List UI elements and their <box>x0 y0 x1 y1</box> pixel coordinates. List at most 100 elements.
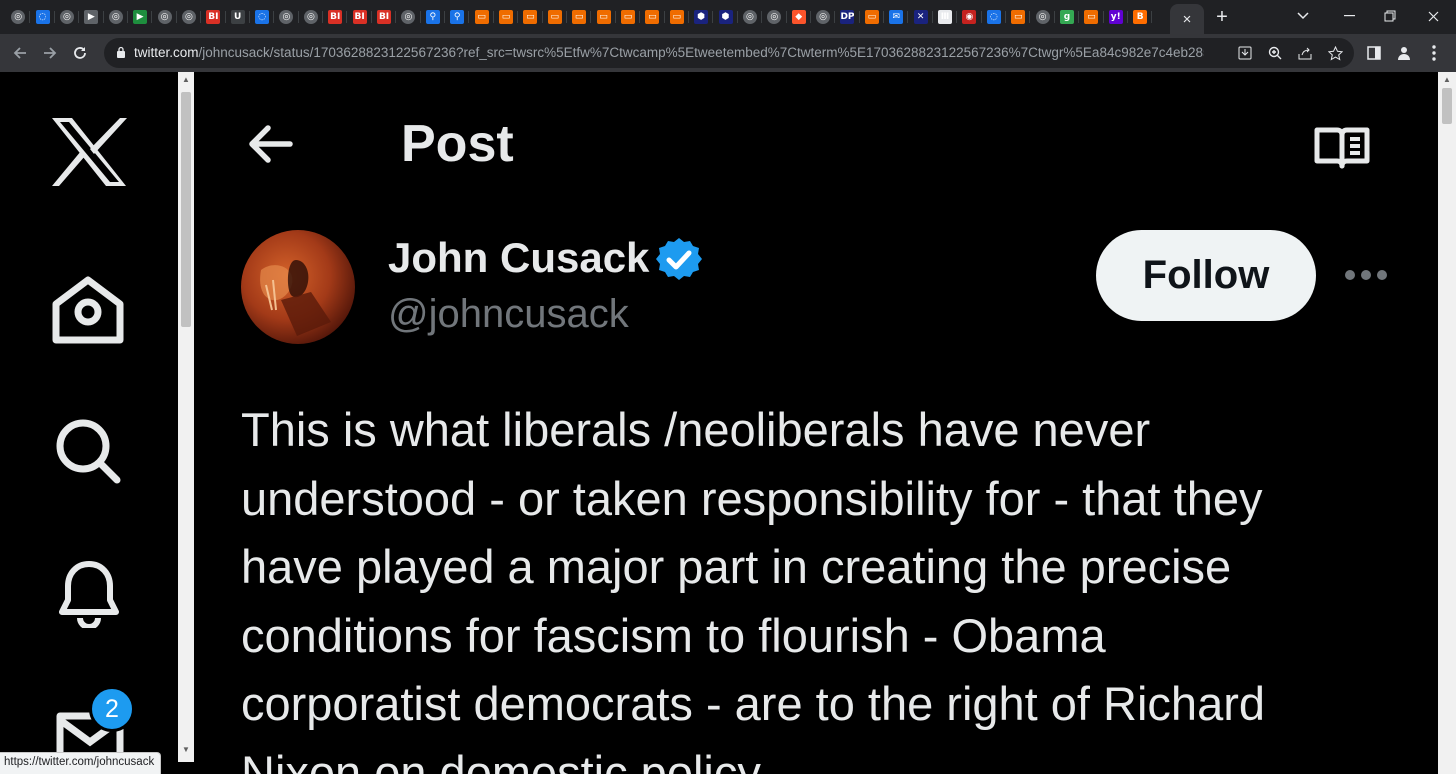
browser-tab[interactable]: ◎ <box>811 5 836 29</box>
back-nav-icon[interactable] <box>8 41 32 65</box>
forward-nav-icon[interactable] <box>38 41 62 65</box>
browser-tab[interactable]: ✉ <box>884 5 909 29</box>
scrollbar-thumb[interactable] <box>181 92 191 327</box>
close-tab-icon[interactable]: × <box>1183 11 1192 28</box>
new-tab-button[interactable]: + <box>1210 5 1234 29</box>
globe-icon: ◎ <box>767 10 782 24</box>
browser-tab[interactable]: B <box>1128 5 1153 29</box>
lock-icon[interactable] <box>116 46 126 58</box>
side-panel-icon[interactable] <box>1362 41 1386 65</box>
more-options-icon[interactable] <box>1344 268 1388 282</box>
browser-tab[interactable]: ◎ <box>6 5 31 29</box>
browser-tab[interactable]: ⚲ <box>421 5 446 29</box>
browser-tab[interactable]: ▭ <box>494 5 519 29</box>
verified-badge-icon[interactable] <box>655 236 703 284</box>
globe-icon: ◎ <box>742 10 757 24</box>
shield-icon: ◌ <box>255 10 270 24</box>
browser-tab[interactable]: ◌ <box>30 5 56 29</box>
back-arrow-icon[interactable] <box>246 124 294 164</box>
browser-tab[interactable]: ◌ <box>250 5 275 29</box>
tab-search-icon[interactable] <box>1288 4 1318 28</box>
browser-tab[interactable]: ◎ <box>762 5 787 29</box>
browser-tab[interactable]: ◆ <box>787 5 812 29</box>
address-bar[interactable]: twitter.com/johncusack/status/1703628823… <box>104 38 1354 68</box>
browser-tab[interactable]: ▶ <box>128 5 153 29</box>
profile-icon[interactable] <box>1392 41 1416 65</box>
browser-tab[interactable]: BI <box>372 5 397 29</box>
browser-tab[interactable]: ▭ <box>665 5 690 29</box>
reload-icon[interactable] <box>68 41 92 65</box>
browser-tab[interactable]: ⬢ <box>713 5 739 29</box>
author-handle[interactable]: @johncusack <box>388 292 629 337</box>
globe-icon: ◎ <box>157 10 172 24</box>
browser-tab[interactable]: ◎ <box>1030 5 1056 29</box>
active-tab[interactable]: × <box>1170 4 1204 34</box>
reader-mode-icon[interactable] <box>1314 126 1370 170</box>
brave-icon: ◆ <box>791 10 806 24</box>
browser-tab[interactable]: ▭ <box>567 5 592 29</box>
browser-tab[interactable]: ◎ <box>152 5 178 29</box>
browser-tab[interactable]: ▭ <box>860 5 885 29</box>
bookmark-star-icon[interactable] <box>1326 44 1344 62</box>
install-app-icon[interactable] <box>1236 44 1254 62</box>
scroll-down-arrow-icon[interactable]: ▼ <box>182 745 190 754</box>
browser-tab[interactable]: ▭ <box>518 5 543 29</box>
browser-tab[interactable]: ⬢ <box>689 5 714 29</box>
browser-tab[interactable]: ▭ <box>1006 5 1031 29</box>
zoom-icon[interactable] <box>1266 44 1284 62</box>
browser-tab[interactable]: U <box>226 5 251 29</box>
minimize-icon[interactable] <box>1334 4 1364 28</box>
browser-tab[interactable]: ▭ <box>616 5 641 29</box>
browser-tab[interactable]: ◎ <box>396 5 422 29</box>
url-text[interactable]: twitter.com/johncusack/status/1703628823… <box>134 45 1204 60</box>
browser-tab[interactable]: ◎ <box>274 5 300 29</box>
browser-tab[interactable]: ◎ <box>55 5 80 29</box>
browser-tab[interactable]: DP <box>835 5 861 29</box>
browser-tab[interactable]: ▭ <box>543 5 568 29</box>
scroll-up-arrow-icon[interactable]: ▲ <box>182 75 190 84</box>
globe-icon: ◎ <box>279 10 294 24</box>
browser-tab[interactable]: y! <box>1104 5 1129 29</box>
author-name[interactable]: John Cusack <box>388 234 649 282</box>
close-window-icon[interactable] <box>1418 4 1448 28</box>
browser-tab[interactable]: ✕ <box>908 5 934 29</box>
follow-button[interactable]: Follow <box>1096 230 1316 321</box>
browser-tab[interactable]: ◉ <box>957 5 983 29</box>
scrollbar-thumb[interactable] <box>1442 88 1452 124</box>
browser-tab[interactable]: BI <box>347 5 373 29</box>
browser-tab[interactable]: ⚲ <box>445 5 470 29</box>
browser-tab[interactable]: ◎ <box>299 5 324 29</box>
home-icon[interactable] <box>52 276 124 344</box>
browser-tab[interactable]: g <box>1055 5 1080 29</box>
browser-tab[interactable]: ▶ <box>79 5 104 29</box>
browser-tab[interactable]: ◌ <box>982 5 1007 29</box>
avatar[interactable] <box>241 230 355 344</box>
globe-icon: ◎ <box>1035 10 1050 24</box>
page-scrollbar[interactable]: ▲ <box>1438 72 1456 774</box>
browser-tab[interactable]: ▭ <box>640 5 665 29</box>
menu-kebab-icon[interactable] <box>1422 41 1446 65</box>
browser-tab[interactable]: BI <box>201 5 226 29</box>
sidebar-scrollbar[interactable]: ▲ ▼ <box>178 72 194 762</box>
browser-tab[interactable]: ◎ <box>104 5 129 29</box>
bookmark-icon: ▭ <box>1084 10 1099 24</box>
bi-icon: BI <box>377 10 392 24</box>
browser-tab[interactable]: BI <box>323 5 348 29</box>
notifications-bell-icon[interactable] <box>58 560 120 628</box>
share-icon[interactable] <box>1296 44 1314 62</box>
search-icon: ⚲ <box>425 10 440 24</box>
browser-tab[interactable]: ▭ <box>1079 5 1104 29</box>
flag-icon: ▶ <box>84 10 99 24</box>
scroll-up-arrow-icon[interactable]: ▲ <box>1443 75 1451 84</box>
browser-tab[interactable]: ◎ <box>738 5 763 29</box>
browser-tab[interactable]: Ⅲ <box>933 5 958 29</box>
restore-icon[interactable] <box>1375 4 1405 28</box>
browser-tab[interactable]: ◎ <box>177 5 202 29</box>
browser-tab[interactable]: ▭ <box>469 5 495 29</box>
browser-tab[interactable]: ▭ <box>591 5 617 29</box>
globe-icon: ◎ <box>108 10 123 24</box>
search-icon[interactable] <box>55 418 121 484</box>
page-title: Post <box>401 115 514 173</box>
globe-icon: ◎ <box>59 10 74 24</box>
x-logo-icon[interactable] <box>50 116 128 188</box>
